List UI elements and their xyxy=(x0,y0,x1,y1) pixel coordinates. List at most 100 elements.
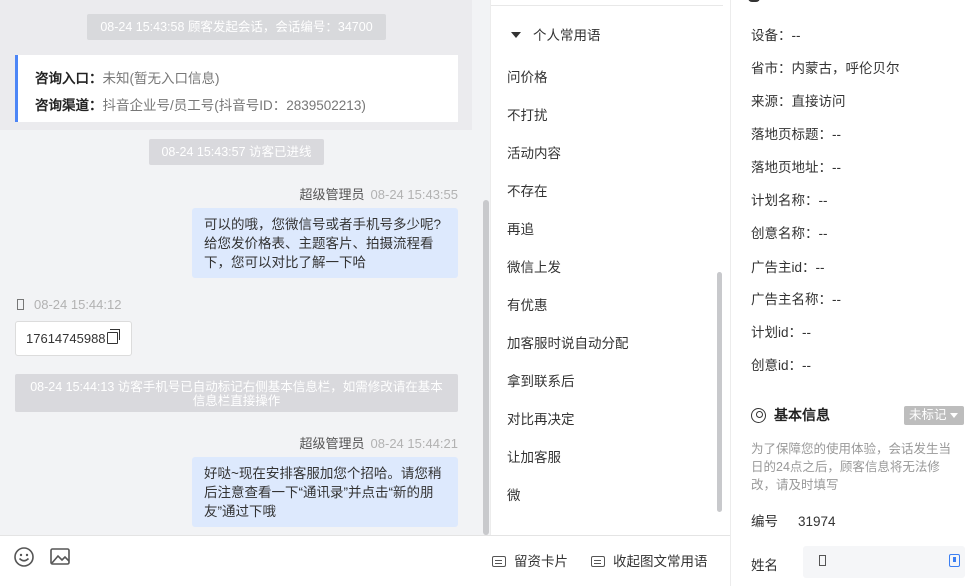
phrase-item[interactable]: 活动内容 xyxy=(507,142,561,162)
field-label: 计划id： xyxy=(751,325,803,340)
field-label: 落地页地址： xyxy=(751,160,832,175)
phrase-item[interactable]: 让加客服 xyxy=(507,446,561,466)
copy-icon[interactable] xyxy=(106,329,120,344)
smile-icon[interactable] xyxy=(13,546,35,568)
chat-scrollbar[interactable] xyxy=(483,200,489,535)
info-creative-id: 创意id：-- xyxy=(751,354,811,374)
lead-card-label: 留资卡片 xyxy=(514,554,568,569)
phrase-item[interactable]: 微 xyxy=(507,484,521,504)
chat-history[interactable]: 08-24 15:43:58 顾客发起会话，会话编号：34700 咨询入口：未知… xyxy=(0,0,490,535)
field-label: 创意id： xyxy=(751,358,803,373)
collapse-phrases-button[interactable]: 收起图文常用语 xyxy=(591,550,708,570)
sender-name: 超级管理员 xyxy=(299,187,365,202)
field-value: -- xyxy=(832,127,841,142)
phrase-item[interactable]: 再追 xyxy=(507,218,534,238)
image-icon[interactable] xyxy=(49,546,71,568)
field-label: 广告主名称： xyxy=(751,292,832,307)
info-source: 来源：直接访问 xyxy=(751,90,846,110)
info-landing-title: 落地页标题：-- xyxy=(751,123,841,143)
field-value: -- xyxy=(802,358,812,373)
edit-deadline-notice: 为了保障您的使用体验，会话发生当日的24点之后，顾客信息将无法修改，请及时填写 xyxy=(751,442,952,492)
info-advertiser-id: 广告主id：-- xyxy=(751,256,825,276)
field-label: 落地页标题： xyxy=(751,127,832,142)
entry-label: 咨询入口： xyxy=(35,71,103,86)
collapse-phrases-label: 收起图文常用语 xyxy=(613,554,708,569)
field-value: 内蒙古，呼伦贝尔 xyxy=(791,61,900,76)
user-icon xyxy=(751,408,766,423)
phrase-item[interactable]: 加客服时说自动分配 xyxy=(507,332,629,352)
phrases-group-title: 个人常用语 xyxy=(533,28,601,43)
phrase-item[interactable]: 对比再决定 xyxy=(507,408,575,428)
name-label: 姓名 xyxy=(751,558,778,573)
phrase-item[interactable]: 问价格 xyxy=(507,66,548,86)
sender-name: 超级管理员 xyxy=(299,436,365,451)
phrases-scrollbar[interactable] xyxy=(717,272,722,512)
message-time: 08-24 15:44:12 xyxy=(34,297,122,312)
visitor-sender-line: 08-24 15:44:12 xyxy=(17,297,121,312)
message-sender-line: 超级管理员 08-24 15:43:55 xyxy=(300,184,458,203)
message-icon xyxy=(591,556,605,567)
field-value: -- xyxy=(791,28,801,43)
session-start-notice: 08-24 15:43:58 顾客发起会话，会话编号：34700 xyxy=(87,14,386,40)
channel-label: 咨询渠道： xyxy=(35,98,103,113)
basic-info-title: 基本信息 xyxy=(774,407,830,423)
info-province: 省市：内蒙古，呼伦贝尔 xyxy=(751,57,900,77)
info-id: 编号 31974 xyxy=(751,510,836,530)
id-label: 编号 xyxy=(751,514,778,529)
lead-card-button[interactable]: 留资卡片 xyxy=(492,550,568,570)
message-sender-line: 超级管理员 08-24 15:44:21 xyxy=(300,433,458,452)
app-root: 08-24 15:43:58 顾客发起会话，会话编号：34700 咨询入口：未知… xyxy=(0,0,970,586)
agent-message-bubble[interactable]: 好哒~现在安排客服加您个招哈。请您稍后注意查看一下“通讯录”并点击“新的朋友”通… xyxy=(192,457,458,527)
auto-mark-notice: 08-24 15:44:13 访客手机号已自动标记右侧基本信息栏，如需修改请在基… xyxy=(15,374,458,412)
edit-icon[interactable] xyxy=(949,554,960,567)
message-time: 08-24 15:44:21 xyxy=(370,436,458,451)
field-label: 省市： xyxy=(751,61,792,76)
visitor-entered-notice: 08-24 15:43:57 访客已进线 xyxy=(149,139,324,165)
entry-value: 未知(暂无入口信息) xyxy=(102,71,220,86)
basic-info-header: 基本信息 xyxy=(751,405,830,425)
session-source-block: 08-24 15:43:58 顾客发起会话，会话编号：34700 咨询入口：未知… xyxy=(0,0,472,130)
field-value: -- xyxy=(832,292,841,307)
channel-value: 抖音企业号/员工号(抖音号ID：2839502213) xyxy=(102,98,366,113)
card-icon xyxy=(492,556,506,567)
chat-pane: 08-24 15:43:58 顾客发起会话，会话编号：34700 咨询入口：未知… xyxy=(0,0,490,586)
visitor-phone-text: 17614745988 xyxy=(26,331,106,346)
visitor-avatar-icon xyxy=(17,299,24,310)
info-landing-url: 落地页地址：-- xyxy=(751,156,841,176)
phrase-item[interactable]: 微信上发 xyxy=(507,256,561,276)
session-info-card: 咨询入口：未知(暂无入口信息) 咨询渠道：抖音企业号/员工号(抖音号ID：283… xyxy=(15,55,458,122)
field-value: -- xyxy=(818,193,828,208)
info-creative-name: 创意名称：-- xyxy=(751,222,828,242)
visitor-message-bubble[interactable]: 17614745988 xyxy=(15,321,132,356)
phrases-pane: 个人常用语 问价格 不打扰 活动内容 不存在 再追 微信上发 有优惠 加客服时说… xyxy=(490,0,730,535)
phrase-item[interactable]: 不打扰 xyxy=(507,104,548,124)
info-plan-id: 计划id：-- xyxy=(751,321,811,341)
customer-info-pane: 设备：-- 省市：内蒙古，呼伦贝尔 来源：直接访问 落地页标题：-- 落地页地址… xyxy=(730,0,970,586)
caret-down-icon xyxy=(949,413,958,418)
location-icon xyxy=(748,0,760,2)
field-value: 直接访问 xyxy=(791,94,846,109)
field-label: 来源： xyxy=(751,94,792,109)
field-value: -- xyxy=(815,260,825,275)
phrase-item[interactable]: 拿到联系后 xyxy=(507,370,575,390)
name-input[interactable] xyxy=(803,546,965,578)
phrases-group-header[interactable]: 个人常用语 xyxy=(511,24,601,44)
field-label: 创意名称： xyxy=(751,226,819,241)
input-toolbar: 留资卡片 收起图文常用语 xyxy=(0,535,730,586)
field-value: -- xyxy=(818,226,828,241)
field-value: -- xyxy=(802,325,812,340)
mark-status-label: 未标记 xyxy=(909,408,947,422)
agent-message-bubble[interactable]: 可以的哦，您微信号或者手机号多少呢?给您发价格表、主题客片、拍摄流程看下，您可以… xyxy=(192,208,458,278)
message-time: 08-24 15:43:55 xyxy=(370,187,458,202)
caret-down-icon xyxy=(511,32,521,38)
field-label: 广告主id： xyxy=(751,260,816,275)
divider xyxy=(491,5,723,6)
field-label: 设备： xyxy=(751,28,792,43)
phrase-item[interactable]: 有优惠 xyxy=(507,294,548,314)
name-placeholder-glyph xyxy=(819,555,826,566)
info-advertiser-name: 广告主名称：-- xyxy=(751,288,841,308)
info-plan-name: 计划名称：-- xyxy=(751,189,828,209)
mark-status-dropdown[interactable]: 未标记 xyxy=(904,406,964,425)
phrase-item[interactable]: 不存在 xyxy=(507,180,548,200)
info-device: 设备：-- xyxy=(751,24,801,44)
